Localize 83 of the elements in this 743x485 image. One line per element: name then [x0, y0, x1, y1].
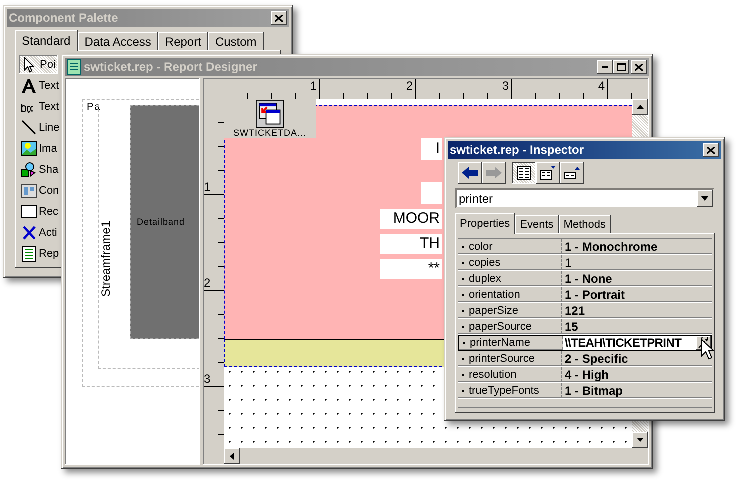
image-icon [21, 141, 37, 156]
property-value[interactable]: 2 - Specific [562, 351, 628, 366]
inspector-tab[interactable]: Methods [558, 215, 611, 233]
property-value[interactable]: 1 - Monochrome [562, 239, 658, 254]
ruler-number: 1 [204, 180, 211, 194]
pointer-icon [22, 56, 38, 72]
property-name[interactable]: copies [458, 255, 562, 270]
dropdown-arrow-icon [701, 196, 709, 201]
maximize-icon [616, 63, 626, 71]
palette-tab[interactable]: Custom [208, 32, 264, 50]
property-name[interactable]: color [458, 239, 562, 254]
text-field[interactable]: MOOR [380, 209, 442, 229]
property-name[interactable]: resolution [458, 367, 562, 382]
palette-item[interactable]: Con [19, 181, 60, 200]
window-title: Component Palette [9, 11, 120, 25]
ruler-number: 1 [310, 79, 317, 93]
ruler-number: 4 [598, 79, 605, 93]
property-value[interactable]: 4 - High [562, 367, 609, 382]
property-value[interactable]: 1 - None [562, 271, 612, 286]
streamframe-label: Streamframe1 [99, 220, 113, 298]
inspector-tab[interactable]: Properties [455, 213, 516, 234]
scroll-down-icon [636, 438, 644, 442]
palette-item[interactable]: Text [19, 97, 60, 116]
scroll-left-icon [230, 452, 234, 460]
left-arrow-icon [462, 167, 478, 179]
palette-item[interactable]: Line [19, 118, 61, 137]
shapes-icon [21, 162, 37, 178]
window-title: swticket.rep - Report Designer [84, 60, 258, 74]
text-field[interactable]: ** [380, 259, 442, 279]
collapse-button[interactable] [560, 162, 584, 184]
rectangle-icon [21, 205, 37, 218]
property-name[interactable]: paperSize [458, 303, 562, 318]
ruler-number: 2 [204, 276, 211, 290]
report-icon [21, 246, 37, 262]
palette-tab[interactable]: Report [158, 32, 208, 50]
collapse-icon [564, 167, 580, 179]
list-view-button[interactable] [512, 162, 536, 184]
ruler-number: 2 [406, 79, 413, 93]
palette-item[interactable]: Rep [19, 244, 60, 263]
letter-icon [21, 78, 37, 94]
close-icon [635, 64, 643, 70]
close-button[interactable] [703, 143, 719, 157]
property-value[interactable]: 1 - Bitmap [562, 383, 624, 398]
right-arrow-icon [486, 167, 502, 179]
text-field[interactable]: TH [380, 234, 442, 254]
expand-icon [540, 166, 556, 180]
inspector-tab[interactable]: Events [515, 215, 559, 233]
close-icon [275, 14, 283, 22]
property-value[interactable]: 121 [562, 303, 586, 318]
palette-item[interactable]: Rec [19, 202, 60, 221]
property-name[interactable]: paperSource [458, 319, 562, 334]
property-name[interactable]: duplex [458, 271, 562, 286]
object-dropdown[interactable]: printer [455, 188, 715, 209]
palette-item[interactable]: Poi [19, 55, 58, 74]
line-icon [21, 120, 37, 135]
band-label: Detailband [137, 217, 186, 227]
ruler-number: 3 [502, 79, 509, 93]
property-name[interactable]: orientation [458, 287, 562, 302]
x-icon [21, 224, 37, 240]
expand-button[interactable] [536, 162, 560, 184]
minimize-icon [601, 66, 609, 68]
data-source-component[interactable]: SWTICKETDA... [224, 99, 316, 138]
property-value[interactable]: 1 - Portrait [562, 287, 626, 302]
palette-tab[interactable]: Standard [15, 30, 78, 51]
text-field[interactable]: I [421, 138, 442, 160]
property-name[interactable]: trueTypeFonts [458, 383, 562, 398]
palette-item[interactable]: Sha [19, 160, 60, 179]
text-field[interactable] [421, 182, 442, 204]
palette-item[interactable]: Acti [19, 223, 58, 242]
palette-item[interactable]: Text [19, 76, 60, 95]
close-icon [707, 146, 715, 154]
palette-tab[interactable]: Data Access [78, 32, 158, 50]
property-value[interactable]: 1 [562, 255, 572, 270]
property-value[interactable]: 15 [562, 319, 578, 334]
control-icon [21, 184, 37, 198]
back-button[interactable] [458, 162, 482, 184]
palette-item[interactable]: Ima [19, 139, 58, 158]
window-title: swticket.rep - Inspector [450, 143, 586, 157]
ruler-number: 3 [204, 372, 211, 386]
property-name[interactable]: printerSource [458, 351, 562, 366]
scroll-up-icon [636, 105, 644, 109]
document-icon [67, 59, 81, 75]
list-icon [517, 166, 531, 180]
